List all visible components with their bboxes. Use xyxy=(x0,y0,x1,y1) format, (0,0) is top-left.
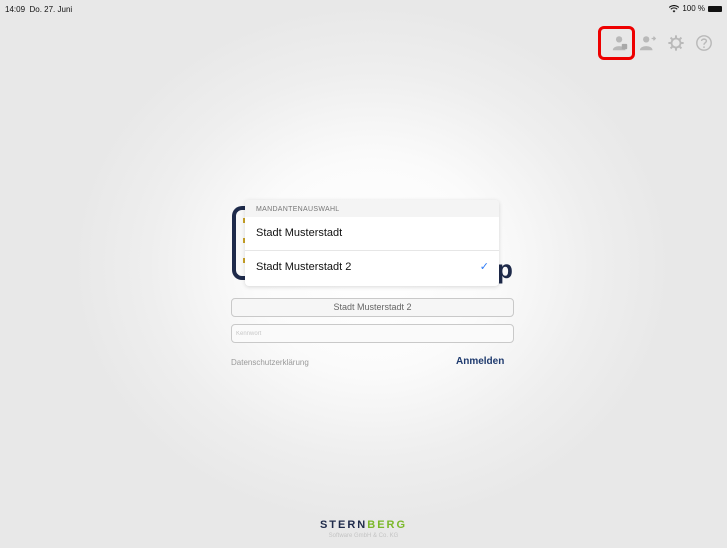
wifi-icon xyxy=(669,4,680,12)
status-time: 14:09 Do. 27. Juni xyxy=(5,5,72,14)
client-option[interactable]: Stadt Musterstadt xyxy=(245,217,499,250)
client-select[interactable]: Stadt Musterstadt 2 xyxy=(231,298,514,317)
help-icon xyxy=(696,35,712,51)
brand-accent: BERG xyxy=(367,519,408,531)
popover-header: MANDANTENAUSWAHL xyxy=(245,200,499,217)
client-option-selected[interactable]: Stadt Musterstadt 2 ✓ xyxy=(245,250,499,284)
password-field-wrapper xyxy=(231,324,514,343)
password-field[interactable] xyxy=(232,325,513,342)
privacy-policy-link[interactable]: Datenschutzerklärung xyxy=(231,358,309,367)
user-switch-icon xyxy=(639,36,657,51)
company-logo: STERNBERG xyxy=(0,519,727,531)
client-selection-popover: MANDANTENAUSWAHL Stadt Musterstadt Stadt… xyxy=(245,200,499,286)
brand-main: STERN xyxy=(319,519,368,531)
client-option-label: Stadt Musterstadt 2 xyxy=(256,261,352,273)
help-button[interactable] xyxy=(693,32,715,54)
client-option-label: Stadt Musterstadt xyxy=(256,227,343,239)
status-date: Do. 27. Juni xyxy=(29,5,73,14)
status-bar: 14:09 Do. 27. Juni 100 % xyxy=(0,0,727,18)
company-subline: Software GmbH & Co. KG xyxy=(328,533,399,539)
battery-percent: 100 % xyxy=(682,4,705,13)
highlight-box xyxy=(598,26,635,60)
login-button[interactable]: Anmelden xyxy=(456,356,504,367)
settings-button[interactable] xyxy=(665,32,687,54)
switch-user-button[interactable] xyxy=(637,32,659,54)
status-clock: 14:09 xyxy=(5,5,26,14)
app-logo-text: p xyxy=(497,254,513,284)
gear-icon xyxy=(668,35,684,51)
checkmark-icon: ✓ xyxy=(479,261,489,273)
battery-icon xyxy=(708,5,722,12)
status-indicators: 100 % xyxy=(669,4,722,13)
client-select-value: Stadt Musterstadt 2 xyxy=(333,302,412,312)
